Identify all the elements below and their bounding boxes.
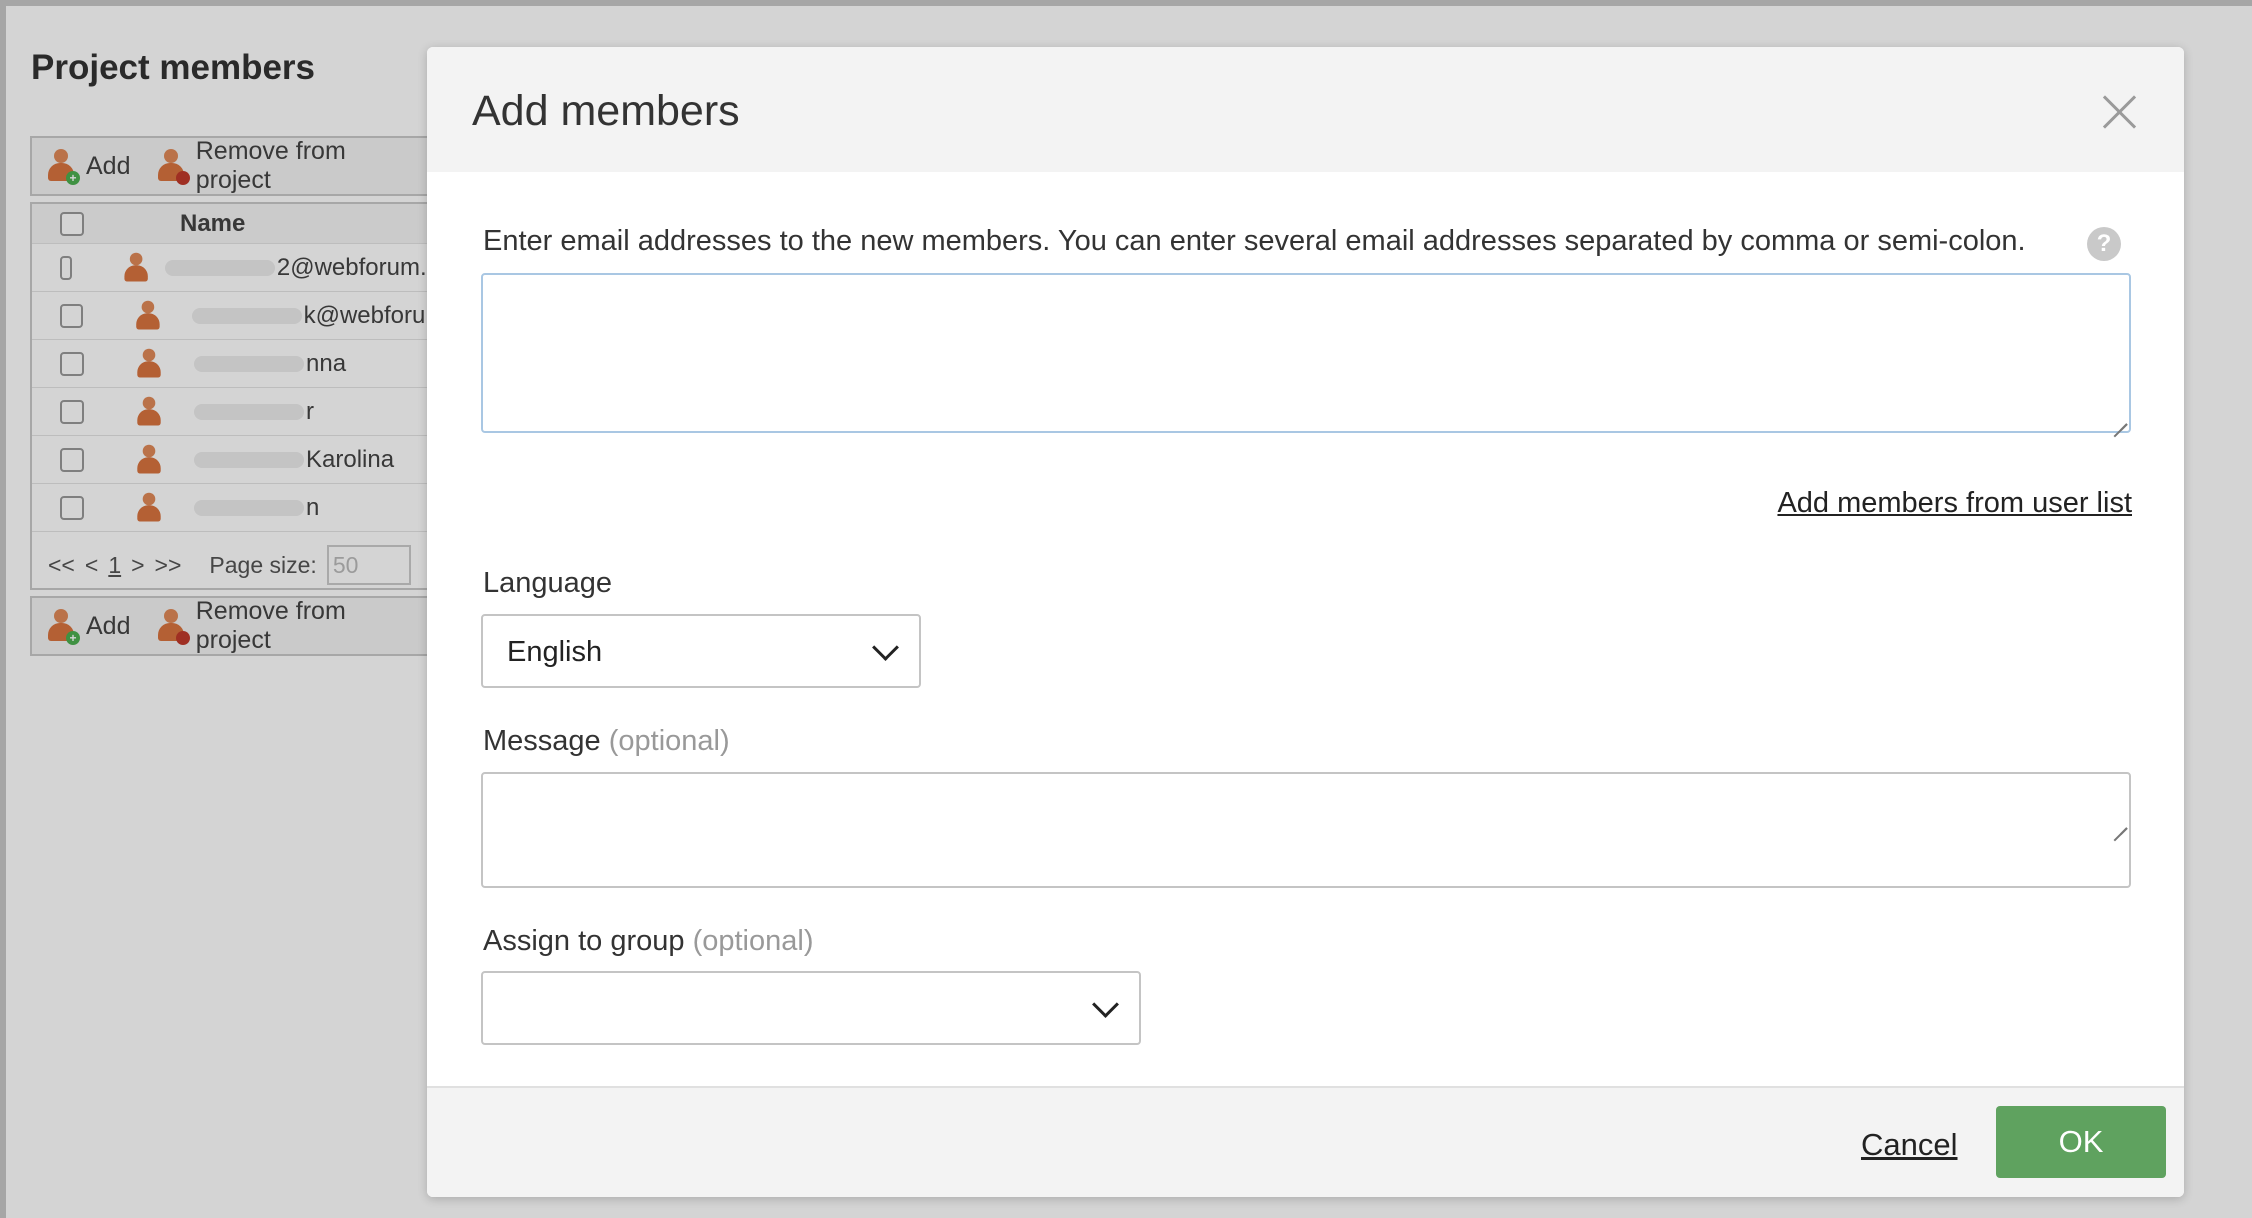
dialog-title: Add members (472, 87, 740, 135)
resize-handle-icon[interactable] (2111, 815, 2127, 831)
email-instructions: Enter email addresses to the new members… (483, 225, 2026, 257)
optional-hint: (optional) (608, 725, 730, 757)
message-label: Message (optional) (483, 725, 730, 757)
add-members-dialog: Add members Enter email addresses to the… (427, 47, 2184, 1197)
language-select[interactable]: English (481, 614, 921, 688)
chevron-down-icon (1093, 995, 1117, 1019)
group-select[interactable] (481, 971, 1141, 1045)
language-label: Language (483, 567, 613, 599)
ok-button[interactable]: OK (1996, 1106, 2166, 1178)
close-icon[interactable] (2100, 93, 2138, 131)
chevron-down-icon (873, 638, 897, 662)
optional-hint: (optional) (692, 925, 814, 957)
resize-handle-icon[interactable] (2111, 411, 2127, 427)
cancel-button[interactable]: Cancel (1861, 1127, 1958, 1163)
dialog-header: Add members (427, 47, 2184, 172)
add-from-user-list-link[interactable]: Add members from user list (1777, 487, 2132, 520)
assign-group-label: Assign to group (optional) (483, 925, 814, 957)
message-input[interactable] (481, 772, 2131, 888)
email-addresses-input[interactable] (481, 273, 2131, 433)
help-icon[interactable]: ? (2087, 227, 2121, 261)
language-selected-value: English (507, 636, 603, 668)
